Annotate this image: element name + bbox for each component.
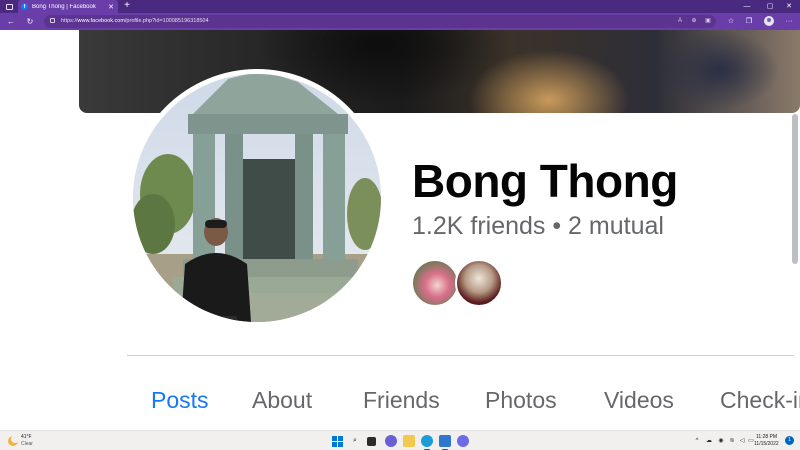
antivirus-icon[interactable]: ◉ [716,436,726,446]
tab-videos[interactable]: Videos [604,387,674,414]
notification-badge[interactable]: 1 [785,436,794,445]
url-bar[interactable]: https://www.facebook.com/profile.php?id=… [44,15,716,28]
profile-name: Bong Thong [412,155,678,207]
mutual-friend-avatar[interactable] [411,259,459,307]
collections-icon[interactable]: ❐ [742,15,756,28]
tab-check-ins[interactable]: Check-ins [720,387,800,414]
lock-icon [50,18,55,23]
tab-close-icon[interactable]: ✕ [107,3,115,11]
search-icon[interactable]: ⌕ [349,435,361,447]
refresh-icon[interactable]: ↻ [23,15,37,28]
tab-friends[interactable]: Friends [363,387,440,414]
chat-icon[interactable] [385,435,397,447]
tab-photos[interactable]: Photos [485,387,557,414]
tab-posts[interactable]: Posts [151,387,209,414]
task-view-icon[interactable] [367,437,376,446]
start-icon[interactable] [331,435,343,447]
facebook-favicon-icon: f [21,3,28,10]
chevron-up-icon[interactable]: ^ [692,436,702,446]
profile-divider [127,355,794,356]
weather-moon-icon[interactable] [8,435,19,446]
tab-title: Bong Thong | Facebook [32,3,96,10]
read-aloud-icon[interactable]: A [674,16,686,27]
new-tab-button[interactable]: + [122,0,132,13]
friends-count[interactable]: 1.2K friends • 2 mutual [412,212,664,241]
file-explorer-icon[interactable] [403,435,415,447]
back-icon[interactable]: ← [4,15,18,28]
taskbar: 41°F Clear ⌕ ^ ☁ ◉ ≋ ◁ ▭ 11:28 PM 11/15/… [0,430,800,450]
profile-icon[interactable] [764,16,774,26]
zoom-icon[interactable]: ⊕ [688,16,700,27]
scrollbar[interactable] [792,114,798,264]
more-icon[interactable]: ··· [782,15,796,28]
minimize-button[interactable]: — [736,0,758,13]
wifi-icon[interactable]: ≋ [727,436,737,446]
tab-about[interactable]: About [252,387,312,414]
browser-tab[interactable]: f Bong Thong | Facebook ✕ [18,0,118,13]
close-window-button[interactable]: ✕ [778,0,800,13]
address-toolbar: ← ↻ https://www.facebook.com/profile.php… [0,13,800,30]
messenger-icon[interactable] [457,435,469,447]
weather-condition[interactable]: Clear [21,441,33,447]
mutual-friend-avatar[interactable] [455,259,503,307]
favorites-icon[interactable]: ☆ [724,15,738,28]
url-text[interactable]: https://www.facebook.com/profile.php?id=… [61,18,209,24]
clock-date[interactable]: 11/15/2022 [754,441,779,447]
profile-tabs: Posts About Friends Photos Videos Check-… [0,387,800,421]
clock-time[interactable]: 11:28 PM [756,434,777,440]
store-icon[interactable] [439,435,451,450]
profile-page: Bong Thong 1.2K friends • 2 mutual Posts… [0,30,800,430]
browser-title-bar: f Bong Thong | Facebook ✕ + — ▢ ✕ [0,0,800,13]
profile-picture[interactable] [133,74,381,322]
weather-temperature[interactable]: 41°F [21,434,32,440]
extensions-icon[interactable]: ▣ [702,16,714,27]
tab-actions-icon[interactable] [2,1,16,12]
edge-icon[interactable] [421,435,433,450]
onedrive-icon[interactable]: ☁ [704,436,714,446]
